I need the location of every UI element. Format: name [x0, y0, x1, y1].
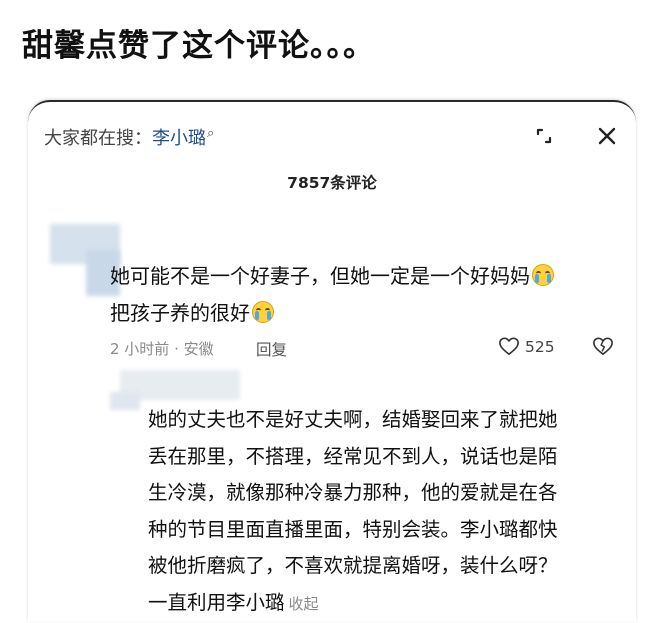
- comment-2-line: 种的节目里面直播里面，特别会装。李小璐都快: [148, 517, 558, 541]
- comment-1-line-2: 把孩子养的很好: [110, 301, 250, 325]
- comment-2-line: 被他折磨疯了，不喜欢就提离婚呀，装什么呀？: [148, 554, 558, 578]
- search-icon: ⌕: [207, 126, 215, 141]
- comment-1-line-1: 她可能不是一个好妻子，但她一定是一个好妈妈: [110, 264, 530, 288]
- search-prefix: 大家都在搜：: [44, 128, 152, 149]
- comments-panel: 大家都在搜：李小璐⌕ 7857条评论 她可能不是一个好妻子，但她一定是一个好妈妈…: [28, 100, 636, 622]
- reply-avatar-blur-detail: [110, 392, 140, 410]
- crying-face-icon: [532, 264, 554, 286]
- broken-heart-icon[interactable]: [592, 336, 614, 356]
- reply-button[interactable]: 回复: [256, 338, 287, 360]
- crying-face-icon: [252, 301, 274, 323]
- comment-1-meta: 2 小时前 · 安徽: [110, 340, 214, 358]
- post-headline: 甜馨点赞了这个评论。。。: [22, 28, 375, 64]
- expand-icon[interactable]: [530, 122, 558, 150]
- comment-2-line: 一直利用李小璐: [148, 590, 285, 614]
- comment-count: 7857条评论: [287, 174, 377, 192]
- comment-2-line: 生冷漠，就像那种冷暴力那种，他的爱就是在各: [148, 481, 558, 505]
- heart-icon[interactable]: [498, 336, 520, 356]
- like-count: 525: [525, 338, 555, 356]
- comment-1-body: 她可能不是一个好妻子，但她一定是一个好妈妈 把孩子养的很好: [110, 258, 630, 332]
- search-term-link[interactable]: 李小璐: [152, 128, 206, 149]
- collapse-button[interactable]: 收起: [289, 595, 319, 613]
- close-icon[interactable]: [593, 122, 621, 150]
- comment-2-body: 她的丈夫也不是好丈夫啊，结婚娶回来了就把她 丢在那里，不搭理，经常见不到人，说话…: [148, 402, 628, 623]
- trending-search-bar[interactable]: 大家都在搜：李小璐⌕: [44, 124, 214, 150]
- comment-2-line: 她的丈夫也不是好丈夫啊，结婚娶回来了就把她: [148, 408, 558, 431]
- comment-2-line: 丢在那里，不搭理，经常见不到人，说话也是陌: [148, 444, 558, 468]
